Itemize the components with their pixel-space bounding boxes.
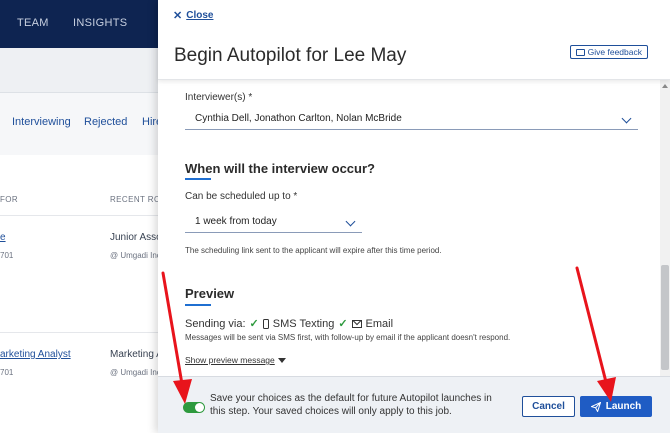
recent-role: Marketing A <box>110 349 163 360</box>
sms-channel-label: SMS Texting <box>272 317 335 330</box>
sending-via-row: Sending via: ✓ SMS Texting ✓ Email <box>185 317 394 331</box>
caret-down-icon <box>277 357 286 363</box>
show-preview-label: Show preview message <box>185 355 275 365</box>
interviewers-label: Interviewer(s) * <box>185 92 253 103</box>
nav-item-team[interactable]: TEAM <box>17 17 49 29</box>
panel-title: Begin Autopilot for Lee May <box>174 45 407 66</box>
schedule-value: 1 week from today <box>195 216 277 227</box>
cancel-button[interactable]: Cancel <box>522 396 575 417</box>
panel-header: ✕ Close Begin Autopilot for Lee May Give… <box>158 0 670 80</box>
feedback-icon <box>575 48 585 56</box>
sending-via-label: Sending via: <box>185 317 246 330</box>
chevron-down-icon <box>621 113 632 124</box>
section-underline <box>185 178 211 180</box>
candidate-link[interactable]: e <box>0 232 6 243</box>
recent-company: @ Umgadi Inc <box>110 251 161 260</box>
tab-rejected[interactable]: Rejected <box>84 116 127 128</box>
check-icon: ✓ <box>338 318 348 330</box>
close-label: Close <box>186 10 214 21</box>
candidate-sub: 701 <box>0 368 14 377</box>
toggle-knob <box>195 403 204 412</box>
check-icon: ✓ <box>249 318 259 330</box>
schedule-select[interactable]: 1 week from today <box>185 213 362 233</box>
nav-item-insights[interactable]: INSIGHTS <box>73 17 127 29</box>
tab-interviewing[interactable]: Interviewing <box>12 116 71 128</box>
save-default-text: Save your choices as the default for fut… <box>210 393 492 417</box>
recent-role: Junior Asso <box>110 232 162 243</box>
launch-label: Launch <box>605 401 642 412</box>
scroll-thumb[interactable] <box>661 265 669 370</box>
candidate-link[interactable]: arketing Analyst <box>0 349 71 360</box>
email-channel-label: Email <box>365 317 394 330</box>
close-button[interactable]: ✕ Close <box>173 9 213 22</box>
give-feedback-button[interactable]: Give feedback <box>569 45 648 59</box>
scroll-up-icon[interactable] <box>662 84 668 88</box>
chevron-down-icon <box>345 216 356 227</box>
candidate-sub: 701 <box>0 251 14 260</box>
column-header: FOR <box>0 195 19 204</box>
launch-button[interactable]: Launch <box>580 396 652 417</box>
save-default-toggle[interactable] <box>183 402 205 413</box>
panel-scrollbar[interactable] <box>660 80 670 376</box>
schedule-label: Can be scheduled up to * <box>185 191 298 202</box>
send-icon <box>590 401 601 412</box>
section-title-when: When will the interview occur? <box>185 161 375 176</box>
panel-footer: Save your choices as the default for fut… <box>158 376 670 433</box>
recent-company: @ Umgadi Inc <box>110 368 161 377</box>
channel-message-text: Messages will be sent via SMS first, wit… <box>185 333 511 342</box>
give-feedback-label: Give feedback <box>587 47 642 57</box>
close-icon: ✕ <box>173 10 183 22</box>
show-preview-link[interactable]: Show preview message <box>185 355 286 365</box>
schedule-help-text: The scheduling link sent to the applican… <box>185 246 442 255</box>
panel-body: Interviewer(s) * Cynthia Dell, Jonathon … <box>158 80 660 376</box>
mail-icon <box>351 319 362 328</box>
section-title-preview: Preview <box>185 286 235 301</box>
interviewers-value: Cynthia Dell, Jonathon Carlton, Nolan Mc… <box>195 113 402 124</box>
phone-icon <box>262 318 269 329</box>
interviewers-select[interactable]: Cynthia Dell, Jonathon Carlton, Nolan Mc… <box>185 110 638 130</box>
section-underline <box>185 304 211 306</box>
autopilot-panel: ✕ Close Begin Autopilot for Lee May Give… <box>158 0 670 433</box>
